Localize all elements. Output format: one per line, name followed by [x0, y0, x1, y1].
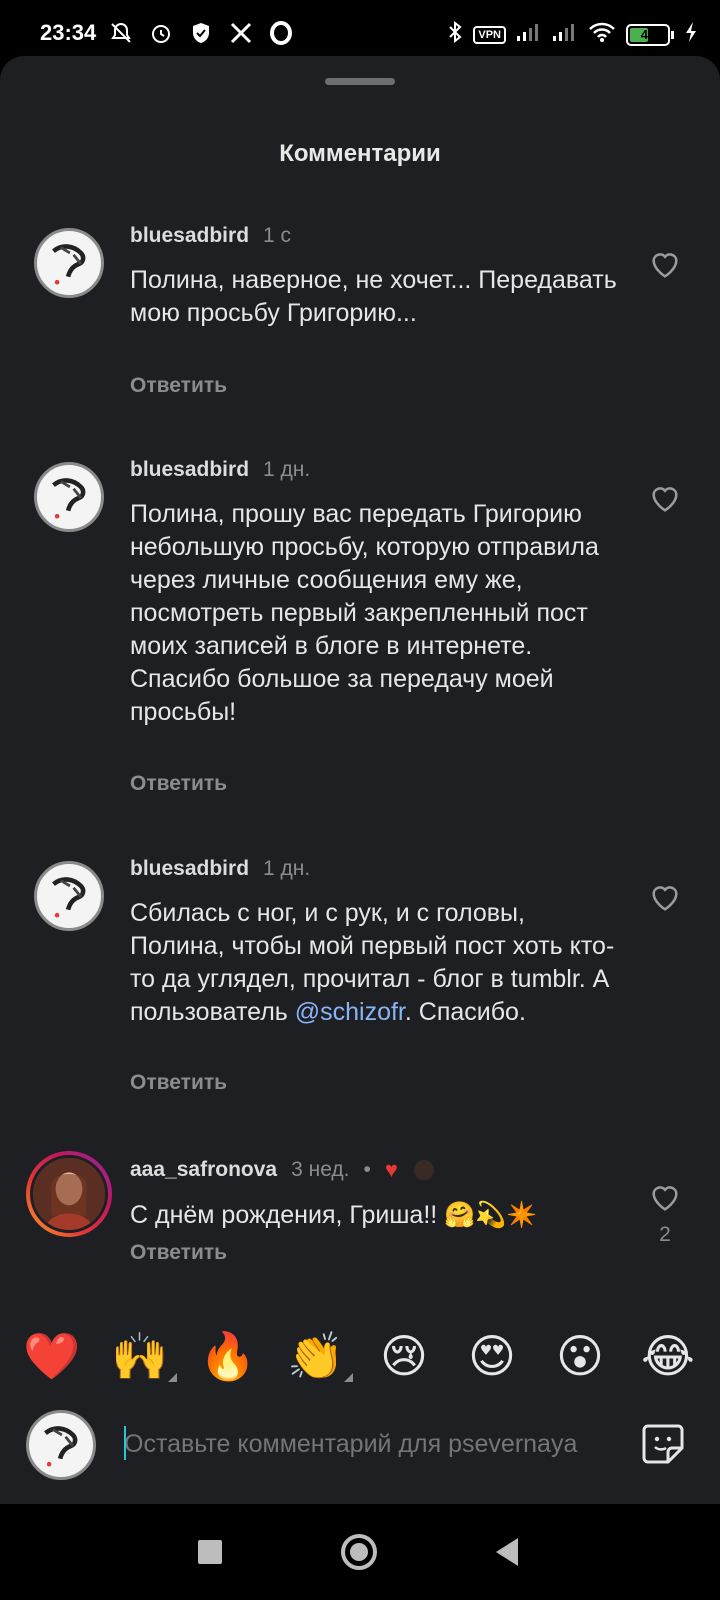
reply-button[interactable]: Ответить: [130, 374, 227, 398]
charging-icon: [684, 21, 698, 48]
like-heart-icon[interactable]: [648, 1181, 682, 1215]
comment-header: bluesadbird 1 дн.: [130, 857, 310, 881]
notifications-off-icon: [108, 20, 134, 46]
creator-avatar: [411, 1158, 436, 1182]
comment-text: Полина, прошу вас передать Григорию небо…: [130, 500, 599, 726]
avatar: [26, 1410, 96, 1480]
comment-username[interactable]: bluesadbird: [130, 224, 249, 248]
emoji-heart-eyes-button[interactable]: 😍: [461, 1329, 523, 1383]
skin-tone-indicator: [344, 1372, 353, 1382]
comment-header: bluesadbird 1 с: [130, 224, 291, 248]
avatar[interactable]: [34, 861, 104, 931]
comment-text-part: . Спасибо.: [404, 998, 526, 1026]
sheet-drag-handle[interactable]: [325, 78, 395, 85]
like-heart-icon[interactable]: [648, 881, 682, 915]
emoji-fire-button[interactable]: 🔥: [197, 1329, 259, 1384]
comment-username[interactable]: aaa_safronova: [130, 1158, 277, 1182]
comment-input[interactable]: [124, 1424, 614, 1464]
comment-header: aaa_safronova 3 нед. • ♥: [130, 1157, 436, 1183]
status-left-icons: [108, 20, 294, 46]
text-caret: [124, 1426, 126, 1460]
opera-icon: [268, 20, 294, 46]
comment-time: 1 дн.: [263, 458, 311, 481]
reply-button[interactable]: Ответить: [130, 1071, 227, 1095]
emoji-raised-hands-glyph: 🙌: [111, 1329, 169, 1382]
comment-username[interactable]: bluesadbird: [130, 857, 249, 881]
signal-icon: [552, 22, 578, 47]
sheet-title: Комментарии: [279, 140, 441, 167]
comment-time: 1 с: [263, 224, 292, 247]
emoji-crying-button[interactable]: 😢: [373, 1329, 435, 1383]
recents-button[interactable]: [198, 1540, 222, 1564]
shield-icon: [188, 20, 214, 46]
battery-icon: 43: [626, 23, 674, 46]
comment-text: Сбилась с ног, и с рук, и с головы, Поли…: [130, 897, 620, 1029]
comment-time: 1 дн.: [263, 857, 311, 880]
avatar[interactable]: [34, 462, 104, 532]
avatar-with-story-ring[interactable]: [26, 1151, 112, 1237]
bluetooth-icon: [447, 20, 463, 49]
reply-button[interactable]: Ответить: [130, 1241, 227, 1265]
avatar[interactable]: [34, 228, 104, 298]
status-right-icons: VPN 43: [447, 20, 698, 49]
emoji-surprised-button[interactable]: 😮: [549, 1329, 611, 1383]
like-count: 2: [659, 1223, 671, 1246]
creator-liked-heart-icon: ♥: [384, 1157, 398, 1182]
like-heart-icon[interactable]: [648, 482, 682, 516]
vpn-icon: VPN: [473, 25, 506, 44]
like-heart-icon[interactable]: [648, 248, 682, 282]
separator-dot: •: [363, 1158, 371, 1181]
comment-text: Полина, наверное, не хочет... Передавать…: [130, 266, 617, 327]
skin-tone-indicator: [168, 1372, 177, 1382]
reply-button[interactable]: Ответить: [130, 772, 227, 796]
comment-username[interactable]: bluesadbird: [130, 458, 249, 482]
sticker-icon[interactable]: [640, 1420, 686, 1466]
status-time: 23:34: [40, 20, 97, 45]
back-button[interactable]: [496, 1538, 518, 1566]
comment-composer: [0, 1406, 720, 1504]
emoji-laughing-button[interactable]: 😂: [637, 1329, 699, 1383]
emoji-heart-button[interactable]: ❤️: [21, 1329, 83, 1384]
signal-icon: [516, 22, 542, 47]
comment-header: bluesadbird 1 дн.: [130, 458, 310, 482]
emoji-quick-bar: ❤️ 🙌 🔥 👏 😢 😍 😮 😂: [0, 1306, 720, 1406]
emoji-clap-glyph: 👏: [287, 1329, 345, 1382]
comment-time: 3 нед.: [291, 1158, 350, 1181]
comments-sheet: Комментарии bluesadbird 1 с Полина, наве…: [0, 56, 720, 1504]
x-logo-icon: [228, 20, 254, 46]
emoji-raised-hands-button[interactable]: 🙌: [109, 1329, 177, 1384]
wifi-icon: [588, 21, 616, 48]
alarm-icon: [148, 20, 174, 46]
battery-level: 43: [640, 26, 656, 42]
home-button[interactable]: [341, 1534, 377, 1570]
system-nav-bar: [0, 1504, 720, 1600]
emoji-clap-button[interactable]: 👏: [285, 1329, 353, 1384]
comment-text: С днём рождения, Гриша!! 🤗💫✴️: [130, 1201, 538, 1229]
user-mention-link[interactable]: @schizofr: [295, 998, 405, 1026]
